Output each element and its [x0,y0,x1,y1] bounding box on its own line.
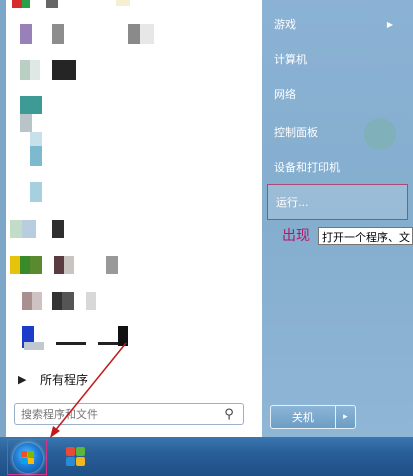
magnifier-icon[interactable]: ⚲ [218,407,240,422]
pixelated-program-name [64,256,74,274]
pixelated-program-icon [32,292,42,310]
pixelated-program-name [52,292,62,310]
pixelated-program-icon [30,256,42,274]
pixelated-program-name [98,342,118,345]
pixelated-program-name [54,256,64,274]
pixelated-program-name [106,256,118,274]
pixelated-program-icon [20,114,32,132]
menu-item-label: 网络 [274,88,296,101]
pixelated-program-name [118,326,128,346]
menu-item-label: 运行... [276,196,309,209]
annotation-text: 出现 [282,228,310,244]
pixelated-program-icon [30,146,42,166]
pixelated-program-name [46,0,58,8]
pixelated-program-name [140,24,154,44]
search-box[interactable]: ⚲ [14,403,244,425]
pixelated-program-icon [10,220,22,238]
pixelated-program-name [116,0,130,6]
menu-item-label: 设备和打印机 [274,161,340,174]
taskbar [0,437,413,476]
pixelated-program-icon [12,0,22,8]
shutdown-options-button[interactable]: ▸ [335,405,356,429]
pixelated-program-icon [20,24,32,44]
pixelated-program-icon [20,256,30,274]
pixelated-program-name [86,292,96,310]
pixelated-program-icon [30,132,42,146]
pixelated-program-icon [10,256,20,274]
windows-flag-icon [21,451,35,465]
pixelated-program-name [62,292,74,310]
menu-item-games[interactable]: 游戏 ▶ [262,10,407,38]
user-picture-icon [364,118,396,150]
start-menu-right-pane: 游戏 ▶ 计算机 网络 控制面板 设备和打印机 运行... [262,0,413,437]
pixelated-program-icon [22,292,32,310]
menu-item-devices-printers[interactable]: 设备和打印机 [262,153,407,181]
pixelated-program-icon [22,220,36,238]
menu-item-network[interactable]: 网络 [262,80,407,108]
shutdown-button[interactable]: 关机 [270,405,336,429]
pixelated-program-name [52,60,76,80]
windows-orb-icon [13,443,43,473]
submenu-arrow-icon: ▶ [386,19,393,29]
all-programs-label: 所有程序 [40,372,89,387]
pixelated-program-name [52,24,64,44]
search-input[interactable] [15,406,218,422]
pixelated-program-name [52,220,64,238]
menu-item-computer[interactable]: 计算机 [262,45,407,73]
menu-item-label: 控制面板 [274,126,318,139]
pixelated-program-icon [22,0,30,8]
pixelated-program-icon [30,60,40,80]
pixelated-program-icon [24,342,44,350]
shutdown-button-group: 关机 ▸ [270,405,356,429]
pinned-app-icon[interactable] [64,445,88,469]
all-programs-item[interactable]: ▶ 所有程序 [12,368,252,390]
menu-item-label: 计算机 [274,53,307,66]
menu-item-run[interactable]: 运行... [267,184,408,220]
menu-item-label: 游戏 [274,18,296,31]
run-tooltip: 打开一个程序、文 [318,227,413,245]
start-button[interactable] [7,439,47,475]
pixelated-program-icon [20,60,30,80]
pixelated-program-icon [20,96,42,114]
pixelated-program-name [128,24,140,44]
triangle-right-icon: ▶ [18,372,27,386]
pixelated-program-icon [30,182,42,202]
pixelated-program-name [56,342,86,345]
